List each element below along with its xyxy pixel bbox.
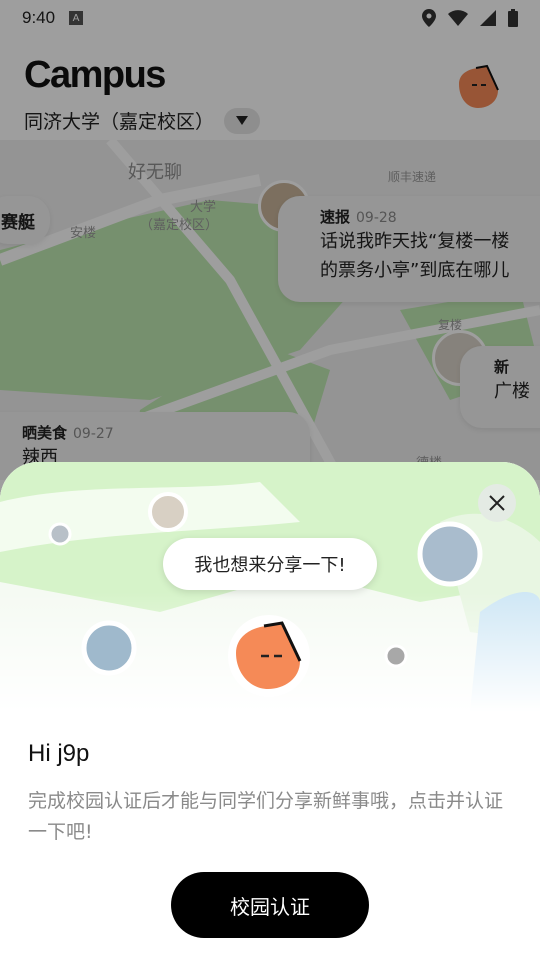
close-button[interactable] xyxy=(478,484,516,522)
share-prompt-bubble: 我也想来分享一下! xyxy=(163,538,377,590)
verification-description: 完成校园认证后才能与同学们分享新鲜事哦，点击并认证一下吧! xyxy=(28,790,504,843)
greeting: Hi j9p xyxy=(28,740,90,767)
verification-sheet: 我也想来分享一下! Hi j9p 完成校园认证后才能与同学们分享新鲜事哦，点击并… xyxy=(0,462,540,960)
mascot-avatar xyxy=(228,615,310,697)
mascot-icon xyxy=(228,615,310,697)
campus-verify-button[interactable]: 校园认证 xyxy=(171,872,369,938)
close-icon xyxy=(489,495,505,511)
